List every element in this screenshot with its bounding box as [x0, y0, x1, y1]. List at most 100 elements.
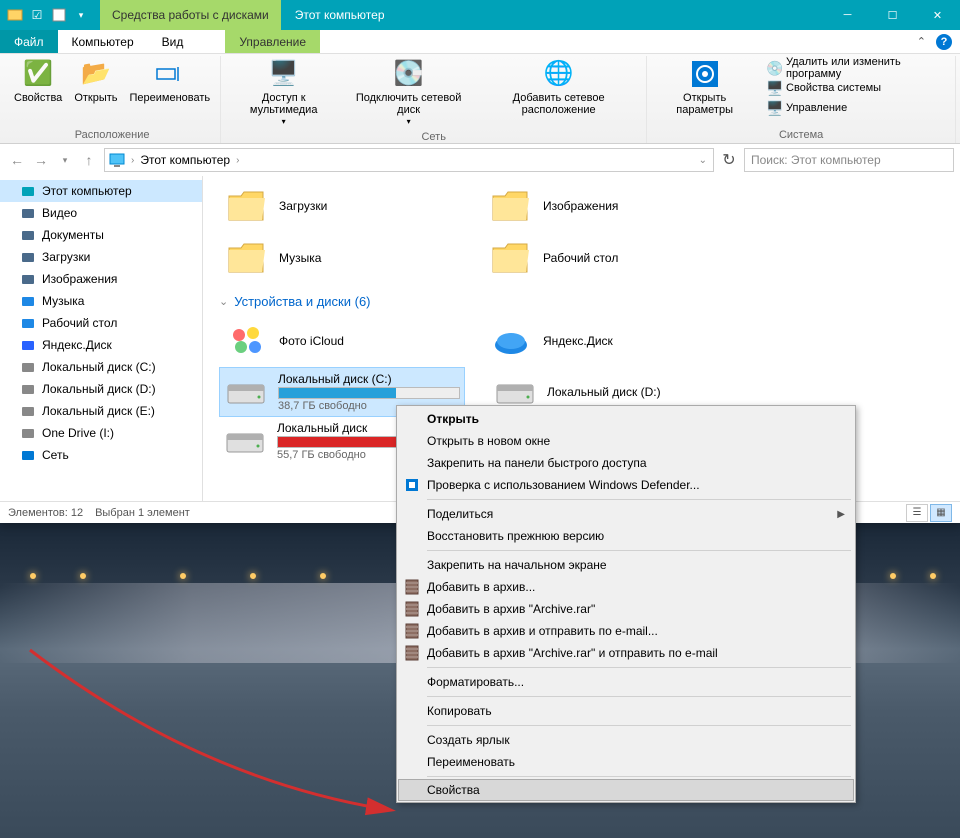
- minimize-button[interactable]: ─: [825, 0, 870, 30]
- ribbon-rename[interactable]: Переименовать: [124, 56, 217, 127]
- ribbon-open[interactable]: 📂Открыть: [68, 56, 123, 127]
- breadcrumb-item[interactable]: Этот компьютер: [140, 153, 230, 167]
- drive-label: Яндекс.Диск: [543, 334, 613, 348]
- menubar: Файл Компьютер Вид Управление ⌃ ?: [0, 30, 960, 54]
- archive-icon: [403, 622, 421, 640]
- ctx-item[interactable]: Добавить в архив...: [399, 576, 853, 598]
- breadcrumb[interactable]: › Этот компьютер › ⌄: [104, 148, 714, 172]
- ctx-item[interactable]: Проверка с использованием Windows Defend…: [399, 474, 853, 496]
- ribbon-sysprops[interactable]: 🖥️Свойства системы: [762, 78, 947, 98]
- qat-checkbox-icon[interactable]: ☑: [28, 6, 46, 24]
- folder-label: Рабочий стол: [543, 251, 618, 265]
- tree-item[interactable]: Локальный диск (D:): [0, 378, 202, 400]
- ctx-label: Добавить в архив и отправить по e-mail..…: [427, 624, 658, 638]
- tree-item[interactable]: Сеть: [0, 444, 202, 466]
- folder-item[interactable]: Изображения: [483, 180, 723, 232]
- ctx-label: Открыть: [427, 412, 479, 426]
- folder-item[interactable]: Загрузки: [219, 180, 459, 232]
- tab-manage[interactable]: Управление: [225, 30, 320, 53]
- status-count: Элементов: 12: [8, 507, 83, 519]
- tree-item[interactable]: Локальный диск (E:): [0, 400, 202, 422]
- view-tiles[interactable]: ▦: [930, 504, 952, 522]
- tree-item[interactable]: Этот компьютер: [0, 180, 202, 202]
- section-devices[interactable]: Устройства и диски (6): [219, 284, 944, 315]
- tab-computer[interactable]: Компьютер: [58, 30, 148, 53]
- ribbon-uninstall[interactable]: 💿Удалить или изменить программу: [762, 58, 947, 78]
- tree-item-label: Видео: [42, 206, 77, 220]
- help-icon[interactable]: ?: [936, 34, 952, 50]
- rename-icon: [154, 58, 186, 90]
- ctx-item[interactable]: Закрепить на панели быстрого доступа: [399, 452, 853, 474]
- ctx-label: Форматировать...: [427, 675, 524, 689]
- tree-item[interactable]: Документы: [0, 224, 202, 246]
- tree-item[interactable]: Локальный диск (C:): [0, 356, 202, 378]
- ctx-label: Свойства: [427, 783, 480, 797]
- tree-item[interactable]: Изображения: [0, 268, 202, 290]
- tree-item-label: Сеть: [42, 448, 69, 462]
- tree-item[interactable]: Яндекс.Диск: [0, 334, 202, 356]
- ctx-item[interactable]: Открыть: [399, 408, 853, 430]
- ctx-label: Добавить в архив...: [427, 580, 535, 594]
- ctx-item[interactable]: Добавить в архив "Archive.rar": [399, 598, 853, 620]
- maximize-button[interactable]: ☐: [870, 0, 915, 30]
- ribbon-openparams[interactable]: Открыть параметры: [651, 56, 758, 127]
- computer-icon: [109, 152, 125, 168]
- ctx-item[interactable]: Поделиться▶: [399, 503, 853, 525]
- drive-label: Фото iCloud: [279, 334, 344, 348]
- netloc-icon: 🌐: [543, 58, 575, 90]
- nav-up[interactable]: ↑: [78, 149, 100, 171]
- tab-file[interactable]: Файл: [0, 30, 58, 53]
- ctx-label: Открыть в новом окне: [427, 434, 550, 448]
- drive-label: Локальный диск (C:): [278, 372, 460, 386]
- tree-item[interactable]: Видео: [0, 202, 202, 224]
- ctx-item[interactable]: Добавить в архив "Archive.rar" и отправи…: [399, 642, 853, 664]
- ctx-item[interactable]: Копировать: [399, 700, 853, 722]
- search-input[interactable]: Поиск: Этот компьютер: [744, 148, 954, 172]
- ctx-separator: [427, 667, 851, 668]
- tree-item[interactable]: Рабочий стол: [0, 312, 202, 334]
- ctx-item[interactable]: Свойства: [398, 779, 854, 801]
- qat-dropdown-icon[interactable]: ▾: [72, 6, 90, 24]
- titlebar-context-tab[interactable]: Средства работы с дисками: [100, 0, 281, 30]
- ctx-item[interactable]: Закрепить на начальном экране: [399, 554, 853, 576]
- chevron-right-icon[interactable]: ›: [129, 155, 136, 166]
- nav-history[interactable]: ▾: [54, 149, 76, 171]
- tree-item[interactable]: Загрузки: [0, 246, 202, 268]
- ctx-item[interactable]: Восстановить прежнюю версию: [399, 525, 853, 547]
- chevron-right-icon[interactable]: ›: [234, 155, 241, 166]
- close-button[interactable]: ✕: [915, 0, 960, 30]
- view-details[interactable]: ☰: [906, 504, 928, 522]
- ctx-item[interactable]: Добавить в архив и отправить по e-mail..…: [399, 620, 853, 642]
- ribbon-manage[interactable]: 🖥️Управление: [762, 98, 947, 118]
- ribbon-collapse-icon[interactable]: ⌃: [917, 35, 926, 48]
- cloud-drive-item[interactable]: Яндекс.Диск: [483, 315, 723, 367]
- folder-item[interactable]: Музыка: [219, 232, 459, 284]
- ctx-item[interactable]: Открыть в новом окне: [399, 430, 853, 452]
- tree-item-icon: [20, 447, 36, 463]
- ribbon-netloc[interactable]: 🌐Добавить сетевое расположение: [475, 56, 642, 129]
- nav-forward[interactable]: →: [30, 149, 52, 171]
- folder-open-icon: 📂: [80, 58, 112, 90]
- ribbon-netdrive[interactable]: 💽Подключить сетевой диск▾: [342, 56, 475, 129]
- tab-view[interactable]: Вид: [148, 30, 198, 53]
- refresh-button[interactable]: ↻: [718, 149, 740, 171]
- tree-item-label: One Drive (I:): [42, 426, 114, 440]
- ctx-label: Переименовать: [427, 755, 515, 769]
- chevron-down-icon[interactable]: ⌄: [697, 155, 709, 166]
- ctx-item[interactable]: Создать ярлык: [399, 729, 853, 751]
- ribbon-media[interactable]: 🖥️Доступ к мультимедиа▾: [225, 56, 342, 129]
- tree-item[interactable]: Музыка: [0, 290, 202, 312]
- cloud-drive-item[interactable]: Фото iCloud: [219, 315, 459, 367]
- ribbon-properties[interactable]: ✅Свойства: [8, 56, 68, 127]
- ctx-item[interactable]: Переименовать: [399, 751, 853, 773]
- ctx-item[interactable]: Форматировать...: [399, 671, 853, 693]
- tree-item[interactable]: One Drive (I:): [0, 422, 202, 444]
- tree-item-label: Локальный диск (C:): [42, 360, 156, 374]
- nav-back[interactable]: ←: [6, 149, 28, 171]
- titlebar[interactable]: ☑ ▾ Средства работы с дисками Этот компь…: [0, 0, 960, 30]
- gear-icon: [689, 58, 721, 90]
- explorer-icon[interactable]: [6, 6, 24, 24]
- folder-item[interactable]: Рабочий стол: [483, 232, 723, 284]
- folder-icon: [489, 186, 533, 226]
- qat-properties-icon[interactable]: [50, 6, 68, 24]
